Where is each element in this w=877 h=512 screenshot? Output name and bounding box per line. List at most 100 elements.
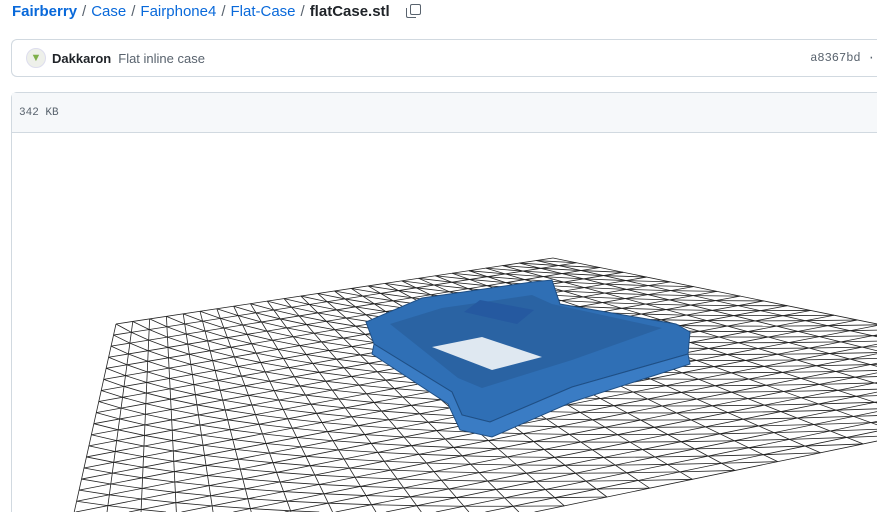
grid-line — [109, 494, 142, 500]
grid-line — [280, 481, 320, 485]
grid-line — [642, 448, 695, 450]
grid-line — [91, 434, 117, 442]
grid-line — [411, 404, 451, 409]
grid-line — [351, 416, 390, 421]
commit-sha[interactable]: a8367bd · — [810, 51, 875, 65]
grid-line — [615, 464, 668, 466]
breadcrumb-flat-case-link[interactable]: Flat-Case — [230, 3, 295, 20]
grid-line — [567, 404, 614, 407]
commit-message[interactable]: Flat inline case — [118, 51, 205, 66]
grid-line — [719, 432, 775, 435]
breadcrumb-separator: / — [131, 3, 136, 20]
grid-line — [237, 458, 274, 464]
grid-line — [88, 445, 116, 452]
grid-line — [235, 449, 270, 454]
grid-line — [800, 376, 856, 379]
grid-line — [310, 465, 350, 469]
grid-line — [199, 424, 231, 431]
grid-line — [149, 318, 168, 328]
grid-line — [816, 364, 871, 367]
grid-line — [258, 423, 293, 429]
grid-line — [278, 399, 312, 405]
grid-line — [173, 450, 205, 456]
grid-line — [681, 440, 735, 443]
grid-line — [260, 362, 290, 369]
grid-line — [173, 460, 207, 466]
copy-path-icon[interactable] — [405, 3, 421, 20]
grid-line — [166, 326, 187, 335]
grid-line — [187, 343, 211, 352]
grid-line — [693, 295, 741, 297]
grid-line — [788, 341, 841, 343]
grid-line — [397, 478, 442, 481]
grid-line — [345, 407, 382, 412]
grid-line — [325, 380, 360, 386]
grid-line — [241, 375, 270, 382]
grid-line — [764, 403, 819, 406]
grid-line — [648, 285, 694, 288]
grid-line — [269, 380, 301, 387]
grid-line — [396, 427, 437, 432]
grid-line — [166, 316, 185, 325]
grid-line — [445, 438, 489, 441]
grid-line — [144, 435, 173, 441]
grid-line — [381, 410, 420, 415]
grid-line — [332, 389, 367, 395]
breadcrumb-separator: / — [300, 3, 305, 20]
grid-line — [251, 404, 284, 410]
grid-line — [402, 396, 442, 401]
grid-line — [269, 452, 306, 457]
grid-line — [172, 440, 204, 446]
grid-line — [108, 356, 128, 366]
avatar[interactable]: ▼ — [26, 48, 46, 68]
grid-line — [321, 422, 359, 427]
stl-3d-viewer[interactable] — [12, 132, 877, 512]
grid-line — [364, 434, 405, 438]
grid-line — [641, 313, 687, 316]
grid-line — [805, 319, 858, 322]
grid-line — [128, 353, 148, 362]
grid-line — [328, 350, 361, 356]
grid-line — [371, 504, 417, 507]
breadcrumb-separator: / — [221, 3, 226, 20]
grid-line — [265, 371, 295, 378]
breadcrumb-separator: / — [82, 3, 87, 20]
grid-line — [147, 360, 170, 369]
grid-line — [488, 440, 534, 442]
grid-line — [708, 454, 764, 457]
grid-line — [116, 440, 145, 447]
grid-line — [809, 346, 863, 349]
grid-line — [110, 483, 143, 489]
breadcrumb-current-file: flatCase.stl — [309, 3, 390, 20]
breadcrumb-case-link[interactable]: Case — [91, 3, 126, 20]
grid-line — [76, 500, 108, 507]
grid-line — [147, 371, 170, 379]
grid-line — [344, 298, 375, 305]
grid-line — [175, 491, 211, 497]
grid-line — [146, 392, 171, 400]
grid-line — [727, 411, 781, 413]
grid-line — [217, 379, 246, 387]
grid-line — [204, 330, 228, 339]
grid-line — [112, 472, 143, 479]
grid-line — [145, 403, 172, 410]
grid-line — [210, 495, 248, 500]
grid-line — [534, 440, 877, 512]
grid-line — [782, 371, 836, 373]
commit-author[interactable]: Dakkaron — [52, 51, 111, 66]
grid-line — [371, 443, 412, 447]
breadcrumb-fairphone4-link[interactable]: Fairphone4 — [140, 3, 216, 20]
grid-line — [283, 491, 324, 495]
grid-line — [175, 502, 213, 507]
grid-line — [193, 384, 221, 391]
grid-line — [220, 318, 243, 326]
grid-line — [797, 330, 851, 332]
breadcrumb-repo-link[interactable]: Fairberry — [12, 3, 77, 20]
grid-line — [118, 429, 145, 436]
grid-line — [554, 496, 608, 499]
grid-line — [319, 371, 352, 377]
grid-line — [244, 385, 275, 392]
grid-line — [596, 487, 650, 490]
grid-line — [600, 398, 648, 400]
grid-line — [680, 325, 728, 327]
